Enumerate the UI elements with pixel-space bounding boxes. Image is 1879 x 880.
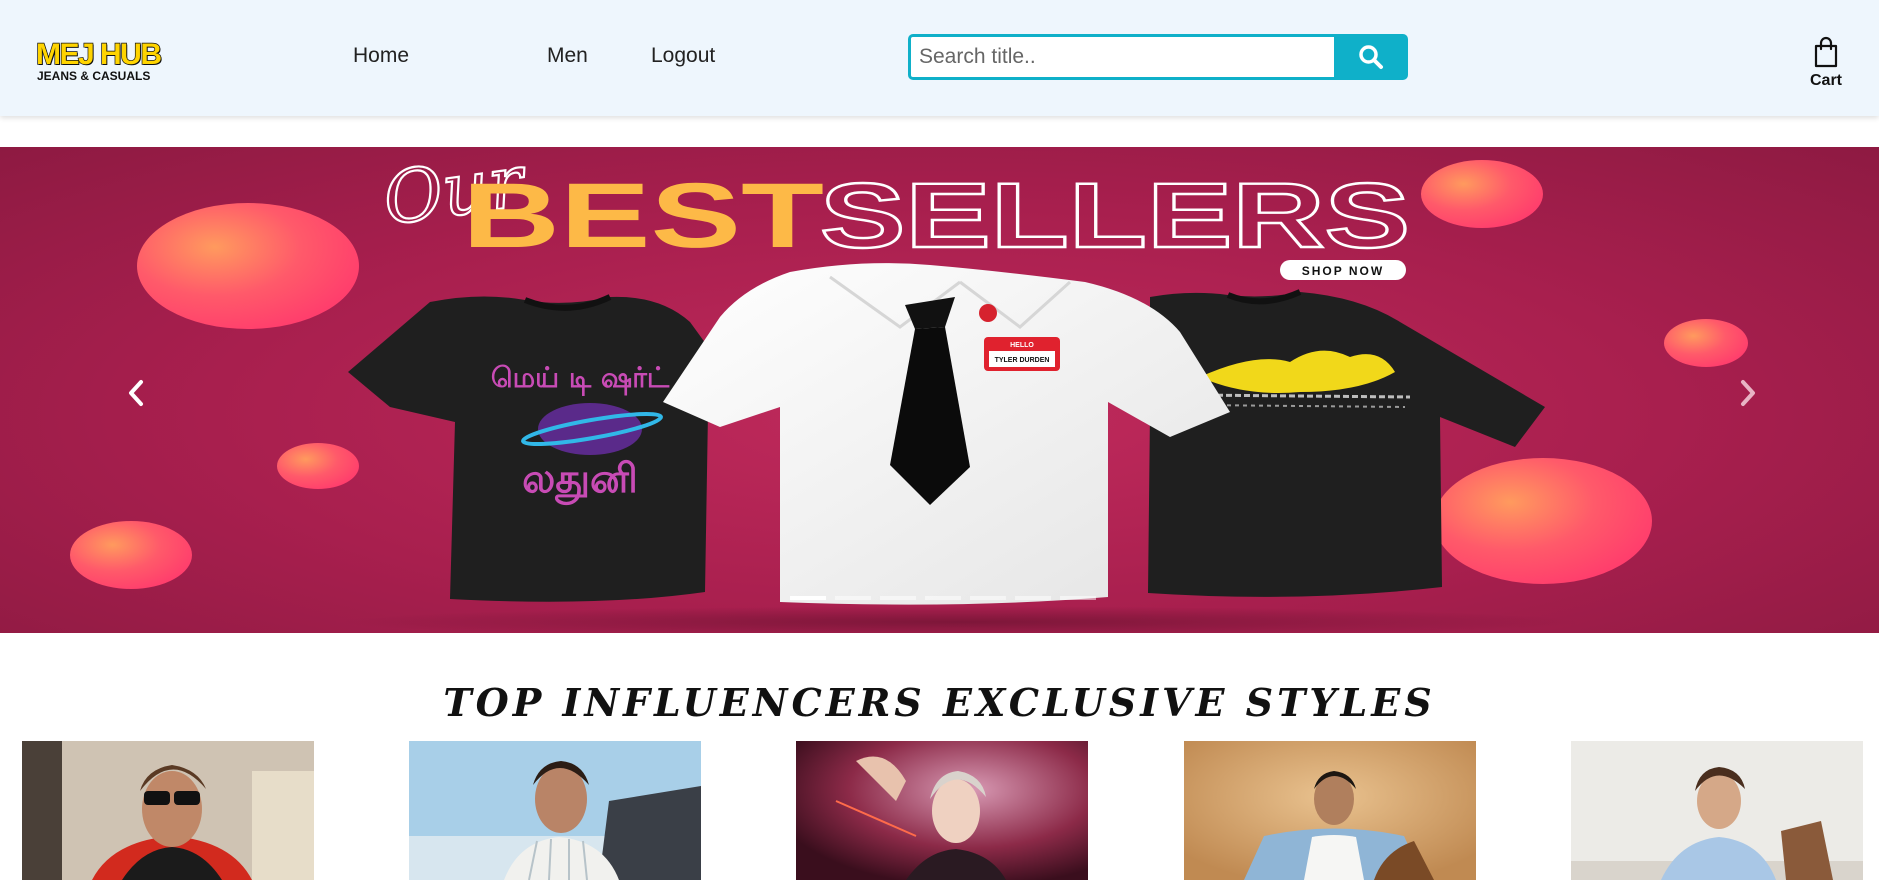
influencer-card[interactable] — [1184, 741, 1476, 880]
decor-bubble — [277, 443, 359, 489]
svg-text:TYLER DURDEN: TYLER DURDEN — [995, 357, 1050, 364]
carousel-indicator[interactable] — [1060, 596, 1096, 600]
search-icon — [1359, 45, 1383, 69]
influencer-card[interactable] — [1571, 741, 1863, 880]
cart-button[interactable]: Cart — [1806, 36, 1846, 94]
search-form — [908, 34, 1408, 80]
search-input[interactable] — [908, 34, 1334, 80]
carousel-indicator[interactable] — [1015, 596, 1051, 600]
name-tag: HELLO TYLER DURDEN — [984, 337, 1060, 371]
influencer-photo-2 — [409, 741, 701, 880]
svg-text:லதுனி: லதுனி — [522, 456, 638, 505]
carousel-indicator[interactable] — [790, 596, 826, 600]
section-title: TOP INFLUENCERS EXCLUSIVE STYLES — [443, 680, 1436, 725]
influencer-photo-5 — [1571, 741, 1863, 880]
carousel-indicators — [790, 596, 1096, 600]
chevron-left-icon — [129, 380, 143, 406]
influencer-photo-3 — [796, 741, 1088, 880]
shop-now-label: SHOP NOW — [1302, 264, 1384, 278]
floor-shadow — [340, 606, 1580, 633]
carousel-indicator[interactable] — [835, 596, 871, 600]
nav-link-home[interactable]: Home — [353, 44, 409, 68]
cart-label: Cart — [1809, 72, 1842, 89]
brand-logo[interactable]: MEJ HUB JEANS & CASUALS — [35, 38, 176, 86]
decor-bubble — [1664, 319, 1748, 367]
search-button[interactable] — [1334, 34, 1408, 80]
white-tee-center: HELLO TYLER DURDEN — [663, 263, 1230, 605]
tee-print-text: மெய் டி ஷர்ட் — [491, 361, 670, 396]
influencer-card[interactable] — [409, 741, 701, 880]
carousel-indicator[interactable] — [970, 596, 1006, 600]
shopping-bag-icon — [1814, 36, 1838, 68]
decor-bubble — [1421, 160, 1543, 228]
influencer-card[interactable] — [22, 741, 314, 880]
influencer-photo-4 — [1184, 741, 1476, 880]
carousel-indicator[interactable] — [925, 596, 961, 600]
nav-link-men[interactable]: Men — [547, 44, 588, 68]
svg-text:HELLO: HELLO — [1010, 342, 1034, 349]
navbar: MEJ HUB JEANS & CASUALS Home Men Logout … — [0, 0, 1879, 116]
black-tee-left: மெய் டி ஷர்ட் லதுனி — [348, 294, 730, 602]
decor-bubble — [70, 521, 192, 589]
hero-carousel: Our BEST SELLERS SHOP NOW மெய் டி ஷர்ட் … — [0, 147, 1879, 633]
carousel-next-button[interactable] — [1728, 373, 1768, 413]
shop-now-button: SHOP NOW — [1280, 260, 1406, 280]
carousel-indicator[interactable] — [880, 596, 916, 600]
hero-headline-bold: BEST — [462, 165, 824, 267]
nav-link-logout[interactable]: Logout — [651, 44, 715, 68]
influencer-photo-1 — [22, 741, 314, 880]
chevron-right-icon — [1741, 380, 1755, 406]
brand-name: MEJ HUB — [35, 38, 162, 71]
brand-tagline: JEANS & CASUALS — [37, 69, 151, 83]
influencer-card[interactable] — [796, 741, 1088, 880]
hero-banner[interactable]: Our BEST SELLERS SHOP NOW மெய் டி ஷர்ட் … — [0, 147, 1879, 633]
decor-bubble — [1434, 458, 1652, 584]
carousel-prev-button[interactable] — [116, 373, 156, 413]
hero-headline-outline: SELLERS — [820, 165, 1410, 267]
decor-bubble — [137, 203, 359, 329]
